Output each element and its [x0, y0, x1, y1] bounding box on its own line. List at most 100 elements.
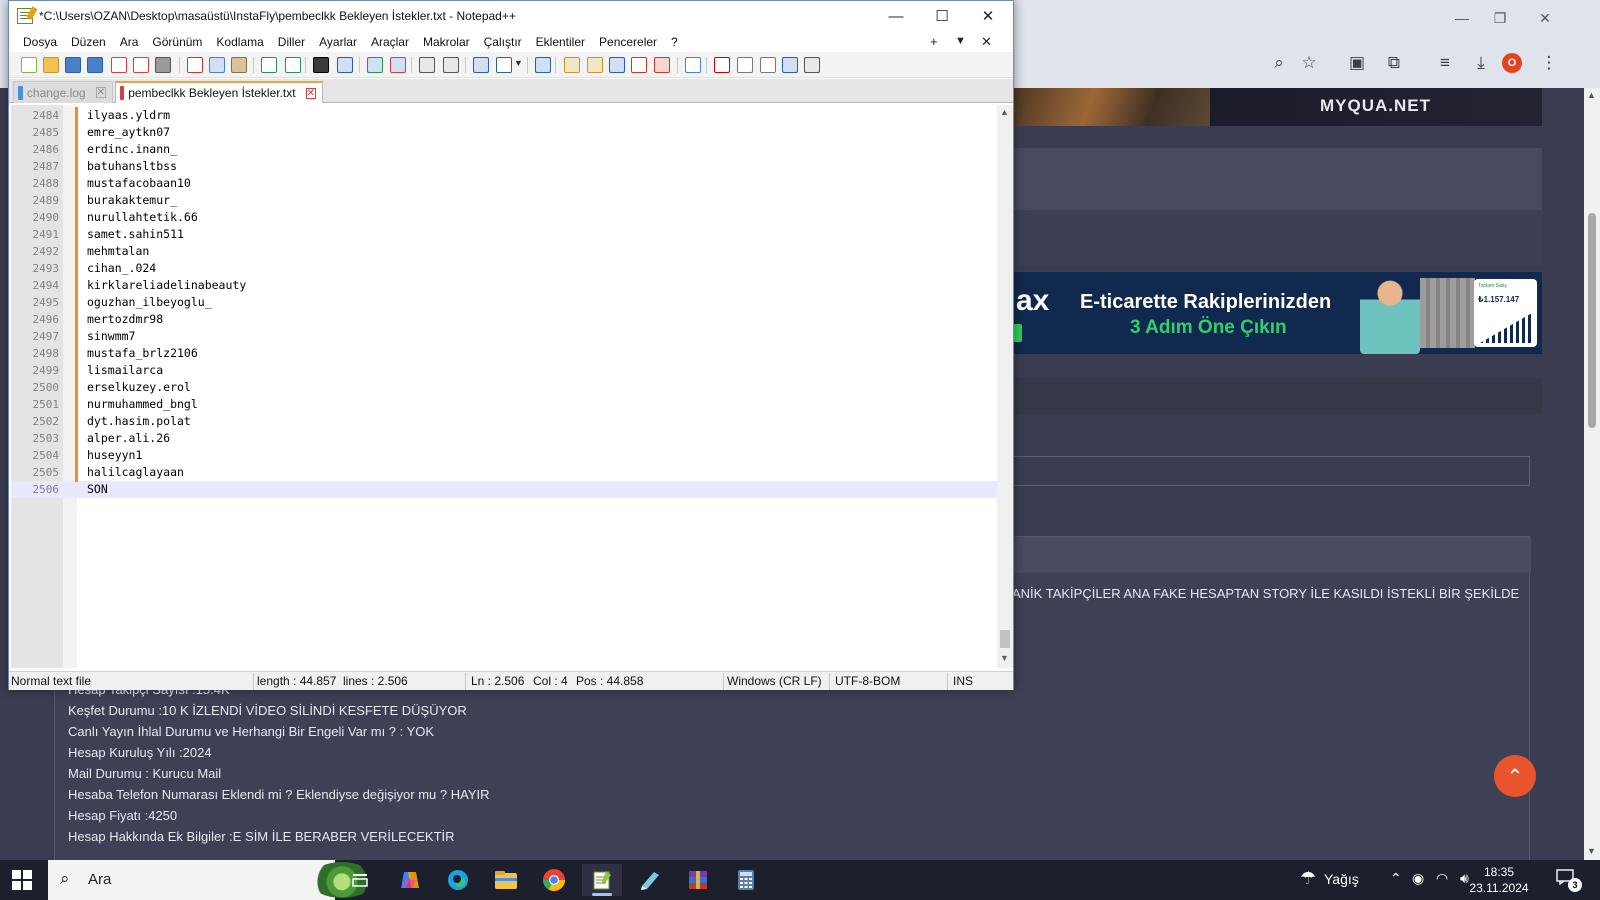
edge-icon[interactable]: [438, 864, 478, 896]
profile-icon[interactable]: O: [1502, 53, 1522, 73]
copy-icon[interactable]: [209, 57, 225, 73]
run-macro-multiple-icon[interactable]: [782, 57, 798, 73]
editor-line[interactable]: 2491 samet.sahin511: [11, 226, 997, 243]
zoom-out-icon[interactable]: [390, 57, 406, 73]
editor-line[interactable]: 2490 nurullahtetik.66: [11, 209, 997, 226]
menu-diller[interactable]: Diller: [271, 35, 312, 49]
line-text[interactable]: ilyaas.yldrm: [87, 107, 170, 124]
minimize-button[interactable]: —: [873, 1, 919, 31]
menu-ara[interactable]: Ara: [113, 35, 146, 49]
udl-icon[interactable]: [564, 57, 580, 73]
doc-list-icon[interactable]: [609, 57, 625, 73]
menu-araclar[interactable]: Araçlar: [364, 35, 416, 49]
new-tab-plus-icon[interactable]: +: [930, 34, 938, 49]
editor-line[interactable]: 2495 oguzhan_ilbeyoglu_: [11, 294, 997, 311]
notes-icon[interactable]: [630, 864, 670, 896]
editor-line[interactable]: 2504 huseyyn1: [11, 447, 997, 464]
line-text[interactable]: cihan_.024: [87, 260, 156, 277]
status-eol[interactable]: Windows (CR LF): [727, 674, 822, 688]
editor-line[interactable]: 2487 batuhansltbss: [11, 158, 997, 175]
record-macro-icon[interactable]: [714, 57, 730, 73]
menu-calistir[interactable]: Çalıştır: [477, 35, 529, 49]
extension-icon[interactable]: ▣: [1346, 52, 1368, 74]
sync-horizontal-icon[interactable]: [443, 57, 459, 73]
line-text[interactable]: burakaktemur_: [87, 192, 177, 209]
notification-center-icon[interactable]: 3: [1556, 869, 1582, 892]
taskbar-search[interactable]: ⌕ Ara: [48, 860, 374, 900]
menu-icon[interactable]: ⋮: [1538, 52, 1560, 74]
show-symbol-dropdown-icon[interactable]: ▼: [514, 58, 523, 68]
menu-makrolar[interactable]: Makrolar: [416, 35, 477, 49]
web-scrollbar[interactable]: ▲ ▼: [1584, 88, 1600, 860]
word-wrap-icon[interactable]: [473, 57, 489, 73]
show-all-chars-icon[interactable]: [496, 57, 512, 73]
editor-content[interactable]: 2484 ilyaas.yldrm 2485 emre_aytkn07 2486 erdi…: [11, 107, 997, 498]
editor-line[interactable]: 2484 ilyaas.yldrm: [11, 107, 997, 124]
web-scrollbar-thumb[interactable]: [1588, 213, 1596, 428]
editor-line[interactable]: 2499 lismailarca: [11, 362, 997, 379]
editor-line[interactable]: 2486 erdinc.inann_: [11, 141, 997, 158]
close-all-icon[interactable]: [133, 57, 149, 73]
scroll-to-top-button[interactable]: ⌃: [1494, 755, 1536, 797]
play-macro-icon[interactable]: [760, 57, 776, 73]
editor-line[interactable]: 2502 dyt.hasim.polat: [11, 413, 997, 430]
line-text[interactable]: lismailarca: [87, 362, 163, 379]
monitoring-icon[interactable]: [685, 57, 701, 73]
scroll-down-arrow-icon[interactable]: ▼: [1000, 653, 1009, 663]
line-text[interactable]: halilcaglayaan: [87, 464, 184, 481]
function-list-icon[interactable]: [631, 57, 647, 73]
sync-vertical-icon[interactable]: [419, 57, 435, 73]
close-file-icon[interactable]: [111, 57, 127, 73]
line-text[interactable]: dyt.hasim.polat: [87, 413, 191, 430]
tab-list-dropdown-icon[interactable]: ▼: [955, 35, 966, 47]
editor-line[interactable]: 2494 kirklareliadelinabeauty: [11, 277, 997, 294]
star-icon[interactable]: ☆: [1298, 52, 1320, 74]
menu-gorunum[interactable]: Görünüm: [145, 35, 209, 49]
line-text[interactable]: emre_aytkn07: [87, 124, 170, 141]
editor-line[interactable]: 2506 SON: [11, 481, 997, 498]
line-text[interactable]: mustafacobaan10: [87, 175, 191, 192]
menu-eklentiler[interactable]: Eklentiler: [529, 35, 592, 49]
editor-line[interactable]: 2488 mustafacobaan10: [11, 175, 997, 192]
wifi-icon[interactable]: ◠: [1436, 870, 1448, 887]
chevron-up-icon[interactable]: ⌃: [1390, 870, 1402, 887]
line-text[interactable]: mustafa_brlz2106: [87, 345, 198, 362]
file-explorer-icon[interactable]: [486, 864, 526, 896]
tab-change-log[interactable]: change.log ✕: [13, 81, 113, 103]
download-icon[interactable]: ⤓: [1470, 52, 1492, 74]
menu-pencereler[interactable]: Pencereler: [592, 35, 664, 49]
tab-bekleyen-istekler[interactable]: pembeclkk Bekleyen İstekler.txt ✕: [115, 81, 323, 103]
editor-line[interactable]: 2489 burakaktemur_: [11, 192, 997, 209]
status-encoding[interactable]: UTF-8-BOM: [835, 674, 900, 688]
menu-help[interactable]: ?: [664, 35, 685, 49]
line-text[interactable]: nurmuhammed_bngl: [87, 396, 198, 413]
indent-guide-icon[interactable]: [535, 57, 551, 73]
menu-duzen[interactable]: Düzen: [64, 35, 113, 49]
tab-close-icon[interactable]: ✕: [305, 87, 316, 99]
line-text[interactable]: mehmtalan: [87, 243, 149, 260]
zoom-icon[interactable]: ⌕: [1268, 52, 1290, 74]
line-text[interactable]: nurullahtetik.66: [87, 209, 198, 226]
line-text[interactable]: erselkuzey.erol: [87, 379, 191, 396]
tab-close-icon[interactable]: ✕: [95, 87, 106, 98]
task-view-icon[interactable]: [340, 864, 380, 896]
editor-scrollbar[interactable]: ▲ ▼: [997, 105, 1013, 668]
line-text[interactable]: erdinc.inann_: [87, 141, 177, 158]
save-macro-icon[interactable]: [804, 57, 820, 73]
new-file-icon[interactable]: [21, 57, 37, 73]
weather-label[interactable]: Yağış: [1324, 871, 1359, 887]
meet-now-icon[interactable]: ◉: [1412, 870, 1424, 887]
editor-line[interactable]: 2497 sinwmm7: [11, 328, 997, 345]
line-text[interactable]: kirklareliadelinabeauty: [87, 277, 246, 294]
line-text[interactable]: sinwmm7: [87, 328, 135, 345]
top-banner[interactable]: MYQUA.NET: [1010, 88, 1542, 126]
start-button[interactable]: [12, 870, 32, 890]
weather-rain-icon[interactable]: ☂: [1300, 868, 1316, 889]
line-text[interactable]: oguzhan_ilbeyoglu_: [87, 294, 212, 311]
save-icon[interactable]: [65, 57, 81, 73]
calculator-icon[interactable]: [726, 864, 766, 896]
editor-line[interactable]: 2503 alper.ali.26: [11, 430, 997, 447]
editor-scrollbar-thumb[interactable]: [1000, 630, 1010, 648]
scroll-up-arrow-icon[interactable]: ▲: [1000, 107, 1009, 117]
editor-line[interactable]: 2498 mustafa_brlz2106: [11, 345, 997, 362]
